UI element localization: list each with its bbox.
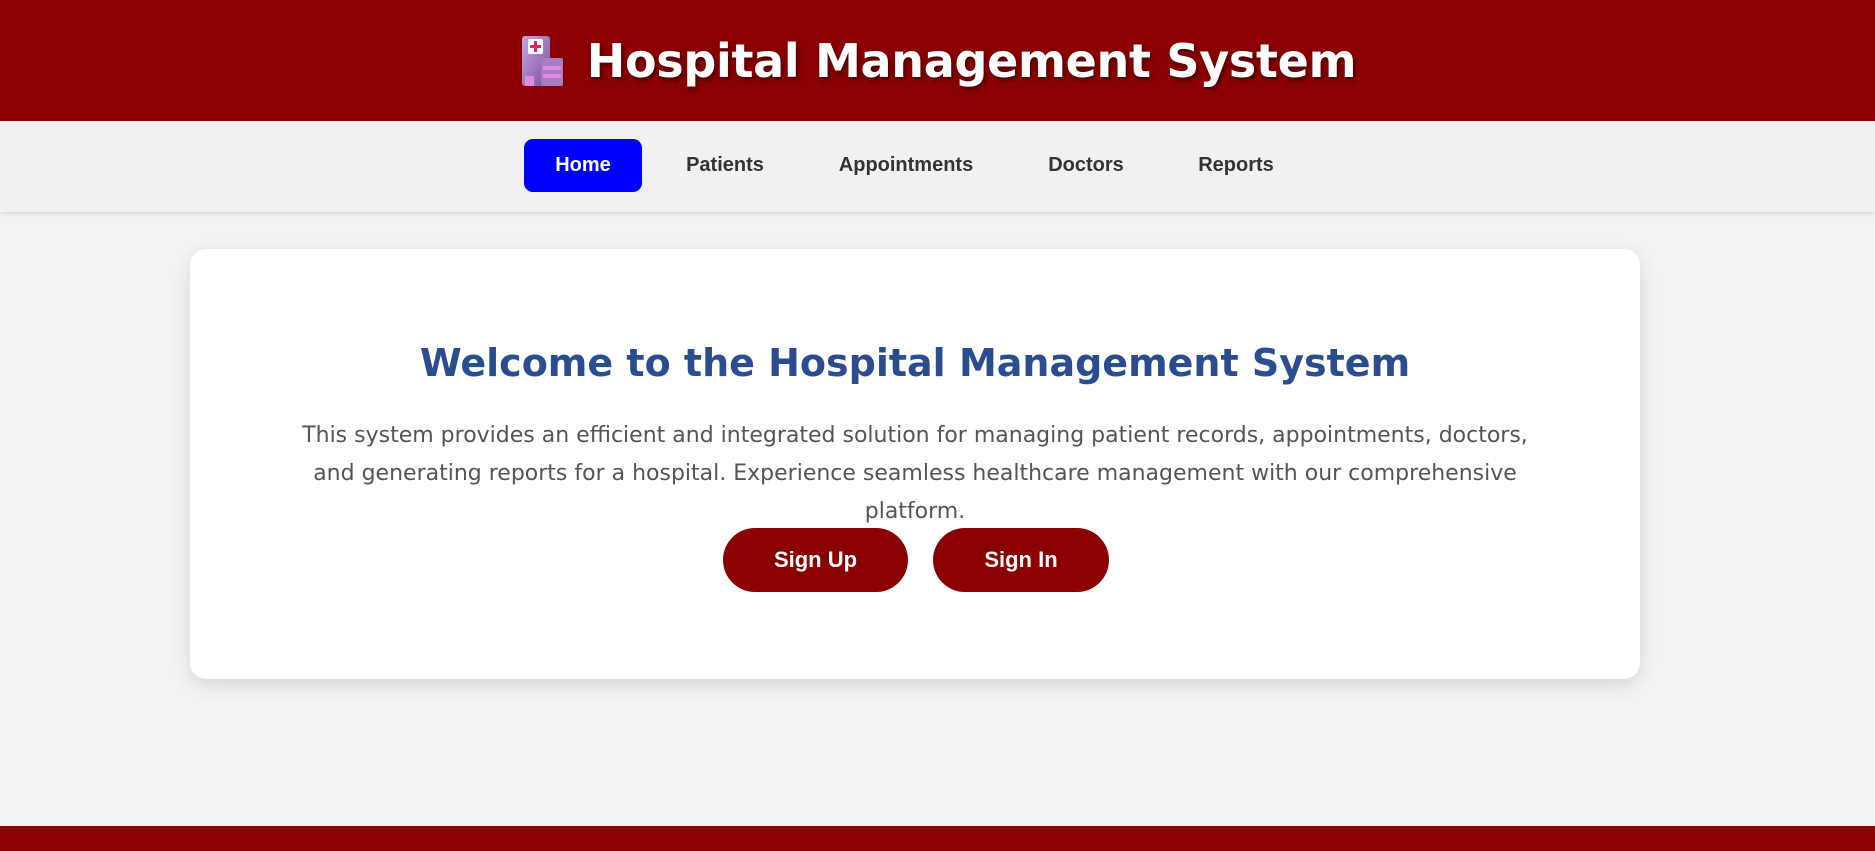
- sign-up-button[interactable]: Sign Up: [723, 528, 908, 592]
- welcome-card: Welcome to the Hospital Management Syste…: [190, 249, 1640, 679]
- header-brand: Hospital Management System: [519, 33, 1357, 88]
- nav-item-appointments[interactable]: Appointments: [820, 139, 992, 192]
- hospital-building-icon: [521, 35, 563, 86]
- main-nav: Home Patients Appointments Doctors Repor…: [0, 121, 1875, 212]
- nav-item-reports[interactable]: Reports: [1180, 139, 1292, 192]
- intro-text: This system provides an efficient and in…: [302, 423, 1528, 524]
- sign-in-button[interactable]: Sign In: [933, 528, 1109, 592]
- site-header: Hospital Management System: [0, 0, 1875, 121]
- nav-item-doctors[interactable]: Doctors: [1030, 139, 1142, 192]
- welcome-title: Welcome to the Hospital Management Syste…: [419, 341, 1411, 385]
- site-footer: [0, 826, 1875, 851]
- nav-item-home[interactable]: Home: [524, 139, 642, 192]
- nav-item-patients[interactable]: Patients: [672, 139, 778, 192]
- site-title: Hospital Management System: [586, 33, 1357, 88]
